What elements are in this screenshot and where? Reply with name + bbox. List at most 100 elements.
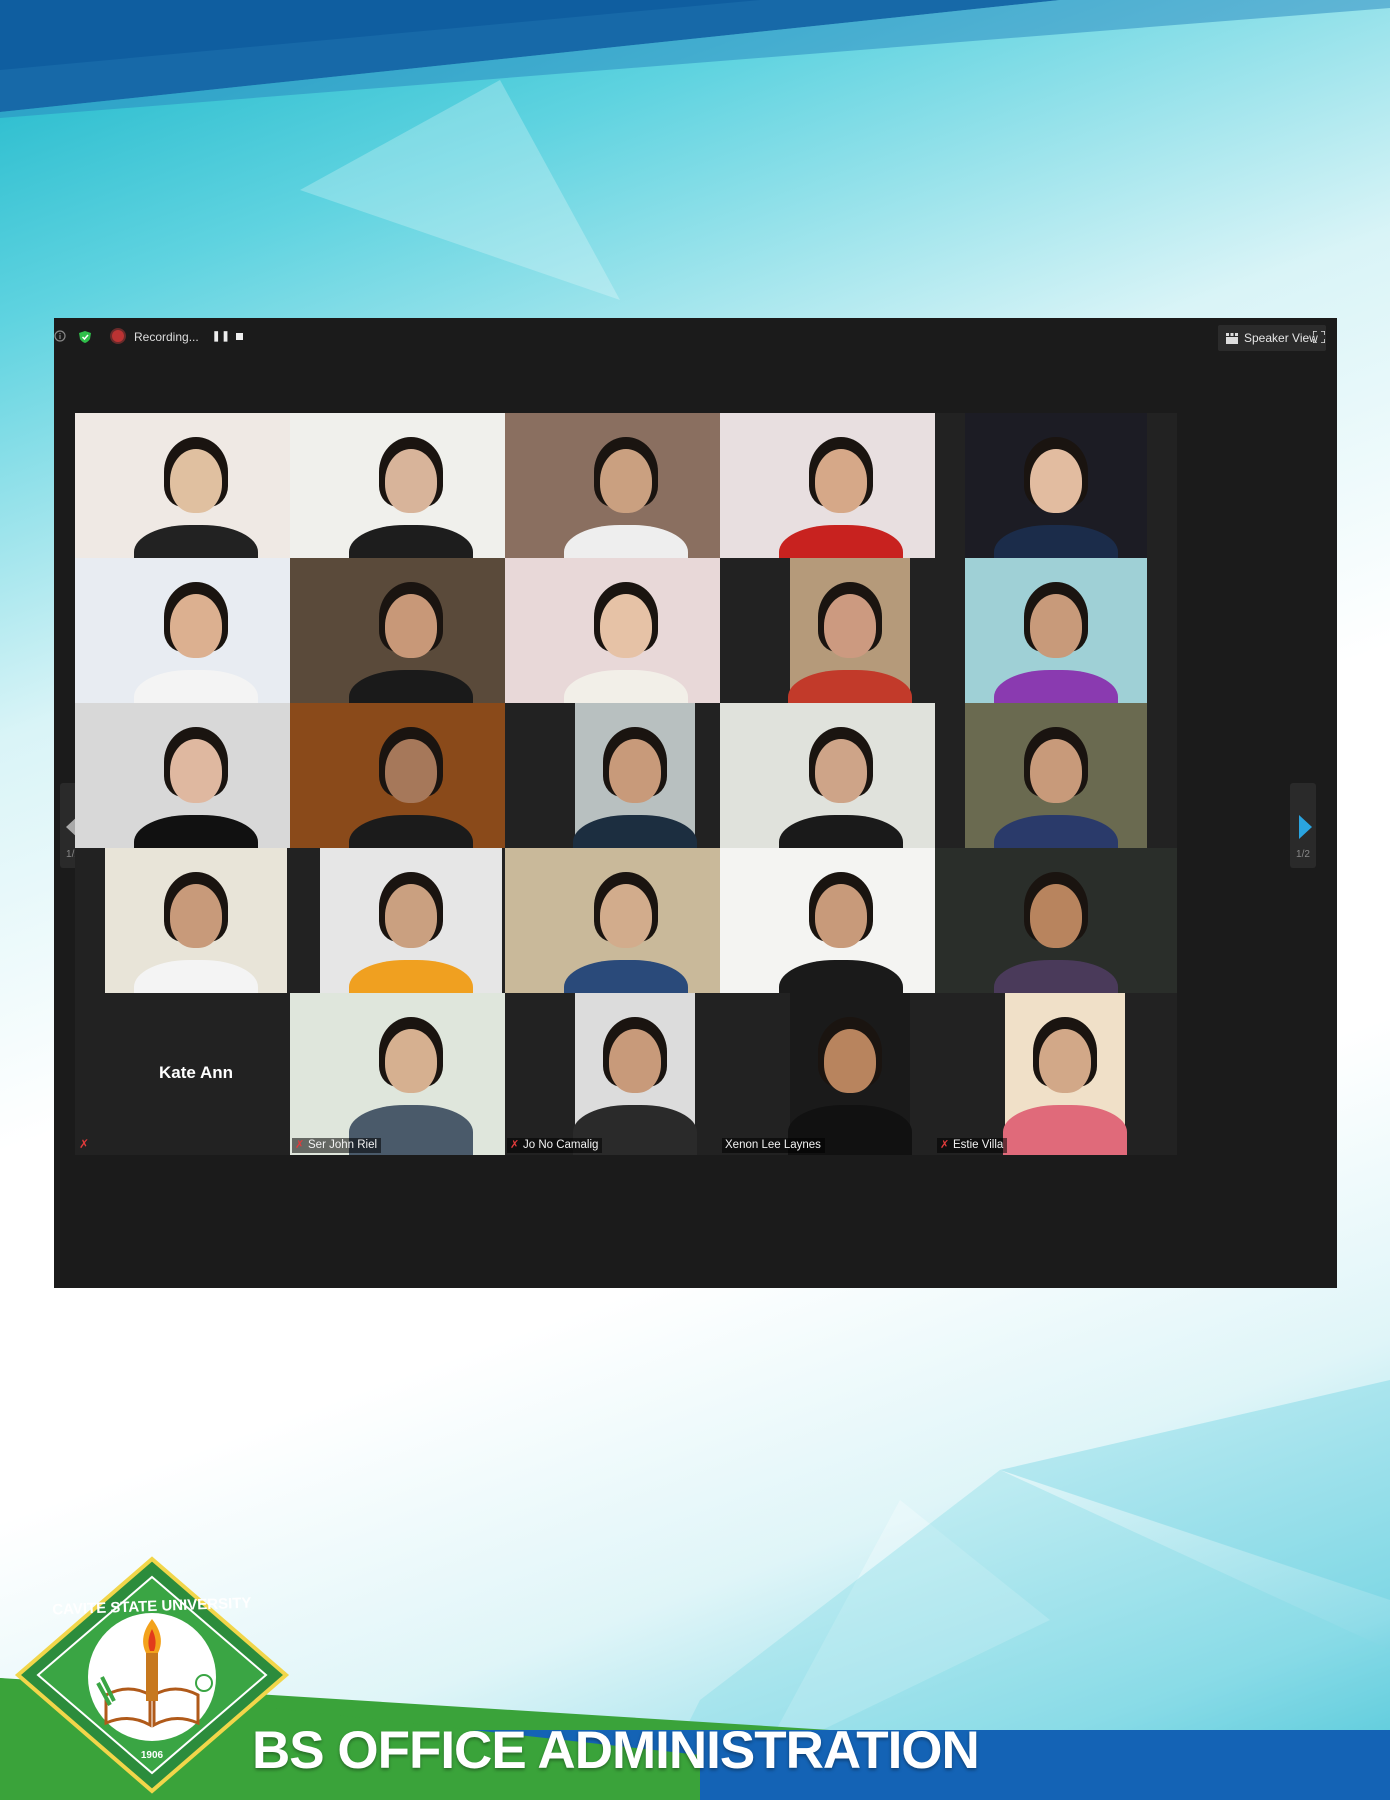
participant-video xyxy=(320,848,502,1010)
participant-video xyxy=(75,703,317,865)
participant-video xyxy=(290,993,532,1155)
info-icon[interactable] xyxy=(54,330,66,342)
participant-video xyxy=(505,848,747,1010)
participant-tile[interactable]: Mikael Florenz Nuestro xyxy=(290,413,532,575)
university-seal-logo: CAVITE STATE UNIVERSITY 1906 xyxy=(14,1556,290,1794)
participant-video xyxy=(573,993,697,1155)
muted-mic-icon: ✗ xyxy=(510,1139,520,1151)
participant-face xyxy=(824,1029,876,1093)
participant-name: Jo No Camalig xyxy=(523,1139,599,1151)
participant-face xyxy=(385,739,437,803)
participant-face xyxy=(1030,739,1082,803)
participant-name-tag: ✗ Jo No Camalig xyxy=(507,1138,603,1153)
participant-tile[interactable]: ✗Cheyne Banogon xyxy=(935,413,1177,575)
participant-video xyxy=(505,413,747,575)
participant-face xyxy=(824,594,876,658)
participant-tile[interactable]: ✗ Jo No Camalig xyxy=(505,993,747,1155)
participant-name-tag: ✗ Estie Villa xyxy=(937,1138,1008,1153)
participant-video xyxy=(573,703,697,865)
participant-video xyxy=(75,413,317,575)
pause-recording-button[interactable]: ❚❚ xyxy=(212,331,231,342)
participant-video xyxy=(720,848,962,1010)
participant-tile[interactable]: ✗Efrelhet Siarez xyxy=(720,413,962,575)
participant-face xyxy=(385,884,437,948)
muted-mic-icon: ✗ xyxy=(295,1139,305,1151)
participant-video xyxy=(290,558,532,720)
participant-tile[interactable]: Kate Ann ✗ xyxy=(75,993,317,1155)
participant-face xyxy=(1030,449,1082,513)
speaker-view-icon xyxy=(1226,332,1238,344)
participant-face xyxy=(170,884,222,948)
participant-face xyxy=(385,449,437,513)
participant-name-tag: Xenon Lee Laynes xyxy=(722,1138,825,1153)
participant-tile[interactable]: ✗Analiza B. Ramos xyxy=(935,558,1177,720)
participant-video xyxy=(105,848,287,1010)
participant-face xyxy=(600,884,652,948)
participant-tile[interactable]: ✗Christalene Jewel Mercado xyxy=(75,413,317,575)
participant-video xyxy=(965,413,1147,575)
participant-tile[interactable]: ✗Edwin Caadan xyxy=(935,848,1177,1010)
participant-tile[interactable]: ✗Roncesvalle Caipang xyxy=(75,703,317,865)
participant-tile[interactable]: ✗Louziela Masana xyxy=(720,703,962,865)
speaker-view-button[interactable]: Speaker View xyxy=(1218,325,1326,351)
participant-video xyxy=(720,413,962,575)
participant-face xyxy=(609,739,661,803)
participant-tile[interactable]: ✗Christian Panganiban xyxy=(75,848,317,1010)
participant-tile[interactable]: Noel Sedigo xyxy=(75,558,317,720)
participant-tile[interactable]: ✗ Estie Villa xyxy=(935,993,1177,1155)
participant-face xyxy=(815,739,867,803)
participant-face xyxy=(815,884,867,948)
participant-name-tag: ✗ Ser John Riel xyxy=(292,1138,382,1153)
participant-figure xyxy=(1003,1105,1127,1155)
meeting-toolbar: Recording... ❚❚ Speaker View xyxy=(54,318,1337,358)
participant-video xyxy=(935,848,1177,1010)
participant-tile[interactable]: ✗Khennel Erolin xyxy=(720,848,962,1010)
participant-name: Estie Villa xyxy=(953,1139,1004,1151)
participant-name: Kate Ann xyxy=(159,1063,233,1082)
recording-label: Recording... xyxy=(134,330,199,344)
security-shield-icon[interactable] xyxy=(78,330,92,344)
participant-face xyxy=(609,1029,661,1093)
zoom-window: Recording... ❚❚ Speaker View 1/2 1/2 ✗Ch… xyxy=(54,318,1337,1288)
participant-face xyxy=(170,594,222,658)
participant-tile[interactable]: ✗Mey Gesulga xyxy=(290,703,532,865)
participant-video xyxy=(965,703,1147,865)
participant-video xyxy=(788,558,912,720)
program-title: BS OFFICE ADMINISTRATION xyxy=(252,1721,980,1780)
participant-tile[interactable]: ✗Shaine Hayag xyxy=(505,558,747,720)
muted-mic-icon: ✗ xyxy=(79,1137,90,1151)
participant-video xyxy=(720,703,962,865)
participant-video xyxy=(290,703,532,865)
participant-video xyxy=(1003,993,1127,1155)
participant-tile[interactable]: Xenon Lee Laynes xyxy=(720,993,962,1155)
muted-mic-icon: ✗ xyxy=(940,1139,950,1151)
participant-face xyxy=(815,449,867,513)
participant-name: Xenon Lee Laynes xyxy=(725,1139,821,1151)
participant-video xyxy=(788,993,912,1155)
stop-recording-button[interactable] xyxy=(236,333,243,340)
participant-video xyxy=(290,413,532,575)
participant-name: Ser John Riel xyxy=(308,1139,378,1151)
gallery-grid: ✗Christalene Jewel MercadoMikael Florenz… xyxy=(75,413,1313,1221)
svg-text:CAVITE STATE UNIVERSITY: CAVITE STATE UNIVERSITY xyxy=(52,1595,252,1619)
participant-tile[interactable]: ✗Joan Monastrial xyxy=(720,558,962,720)
participant-tile[interactable]: ✗ Ser John Riel xyxy=(290,993,532,1155)
fullscreen-icon[interactable] xyxy=(1313,331,1325,343)
participant-face xyxy=(1030,884,1082,948)
participant-video xyxy=(75,558,317,720)
participant-face xyxy=(600,449,652,513)
participant-tile[interactable]: ✗Gideon Luke P. Ty xyxy=(505,848,747,1010)
participant-tile[interactable]: ✗Noel Manarpiis xyxy=(505,413,747,575)
participant-tile[interactable]: ✗romano buenavista xyxy=(505,703,747,865)
participant-tile[interactable]: Rodge Alarca xyxy=(290,848,532,1010)
svg-text:1906: 1906 xyxy=(141,1750,164,1761)
participant-video xyxy=(965,558,1147,720)
participant-face xyxy=(385,594,437,658)
participant-face xyxy=(170,739,222,803)
recording-icon xyxy=(112,330,124,342)
participant-video xyxy=(505,558,747,720)
participant-tile[interactable]: ✗Jhevin Comiso xyxy=(290,558,532,720)
participant-face xyxy=(170,449,222,513)
participant-tile[interactable]: ✗Sheryl Besoyo Dungo xyxy=(935,703,1177,865)
speaker-view-label: Speaker View xyxy=(1244,331,1318,345)
